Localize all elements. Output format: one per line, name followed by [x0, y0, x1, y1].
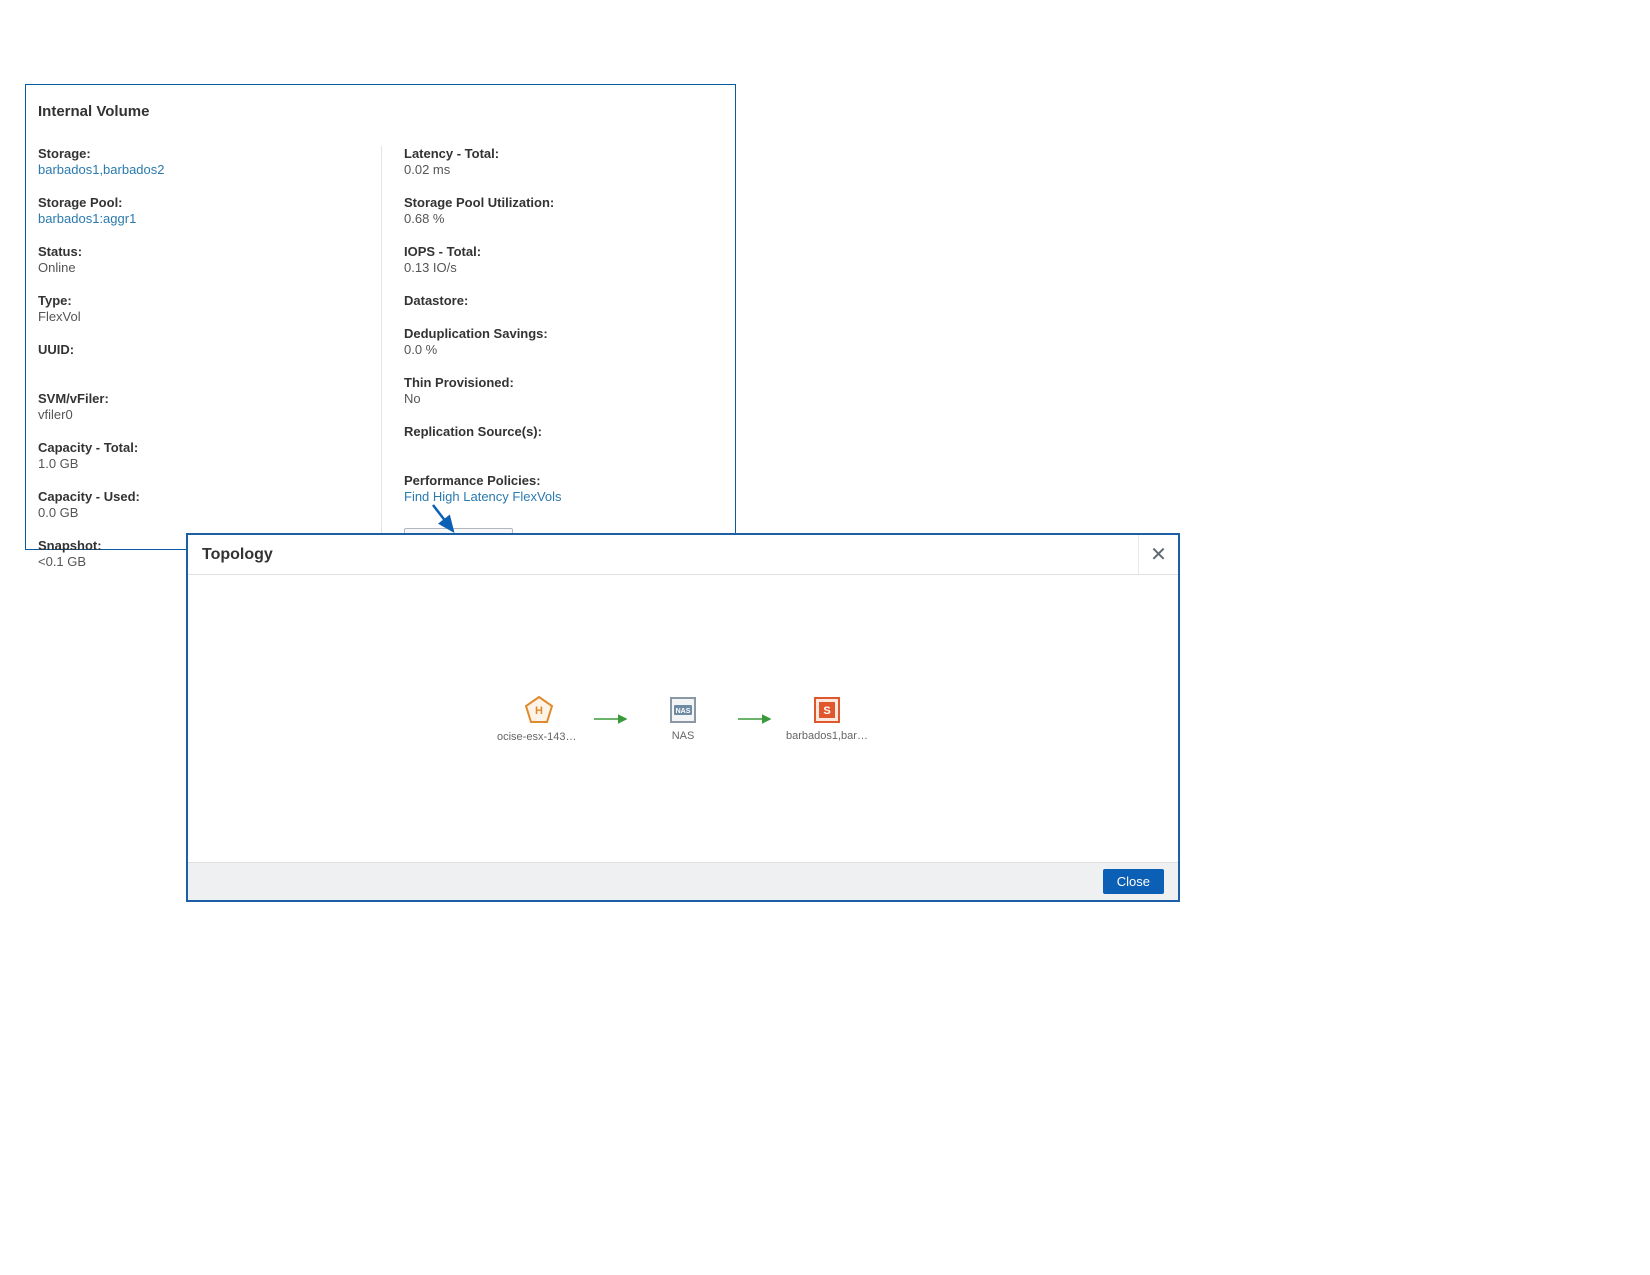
kv-label: Type:	[38, 293, 369, 308]
topology-node-storage[interactable]: Sbarbados1,bar…	[785, 696, 869, 742]
kv-left-6: Capacity - Total:1.0 GB	[38, 440, 369, 471]
kv-label: UUID:	[38, 342, 369, 357]
kv-label: Capacity - Total:	[38, 440, 369, 455]
topology-node-label: NAS	[672, 730, 695, 742]
kv-value: 0.0 GB	[38, 505, 369, 520]
internal-volume-panel: Internal Volume Storage:barbados1,barbad…	[25, 84, 736, 550]
kv-value-link[interactable]: barbados1,barbados2	[38, 162, 369, 177]
kv-label: SVM/vFiler:	[38, 391, 369, 406]
kv-label: Storage Pool:	[38, 195, 369, 210]
kv-left-3: Type:FlexVol	[38, 293, 369, 324]
kv-right-7: Performance Policies:Find High Latency F…	[404, 473, 723, 504]
kv-label: Status:	[38, 244, 369, 259]
kv-label: IOPS - Total:	[404, 244, 723, 259]
host-icon: H	[524, 695, 554, 725]
kv-value: No	[404, 391, 723, 406]
kv-label: Replication Source(s):	[404, 424, 723, 439]
dialog-footer: Close	[188, 862, 1178, 900]
kv-label: Thin Provisioned:	[404, 375, 723, 390]
kv-label: Latency - Total:	[404, 146, 723, 161]
kv-left-5: SVM/vFiler:vfiler0	[38, 391, 369, 422]
kv-label: Datastore:	[404, 293, 723, 308]
storage-icon: S	[813, 696, 841, 724]
dialog-title: Topology	[188, 546, 1138, 564]
nas-icon: NAS	[669, 696, 697, 724]
topology-flow: Hocise-esx-1431… NAS NAS Sbarbados1,bar…	[497, 695, 869, 743]
close-icon[interactable]: ✕	[1138, 535, 1178, 575]
arrow-right-icon	[737, 713, 773, 725]
arrow-right-icon	[593, 713, 629, 725]
kv-right-1: Storage Pool Utilization:0.68 %	[404, 195, 723, 226]
kv-right-5: Thin Provisioned:No	[404, 375, 723, 406]
topology-node-host[interactable]: Hocise-esx-1431…	[497, 695, 581, 743]
kv-value: 0.13 IO/s	[404, 260, 723, 275]
kv-right-3: Datastore:	[404, 293, 723, 308]
kv-left-0: Storage:barbados1,barbados2	[38, 146, 369, 177]
kv-value: 0.02 ms	[404, 162, 723, 177]
svg-text:H: H	[535, 705, 543, 717]
kv-right-0: Latency - Total:0.02 ms	[404, 146, 723, 177]
kv-value-link[interactable]: Find High Latency FlexVols	[404, 489, 723, 504]
panel-title: Internal Volume	[26, 85, 735, 146]
kv-left-7: Capacity - Used:0.0 GB	[38, 489, 369, 520]
kv-left-2: Status:Online	[38, 244, 369, 275]
kv-value: FlexVol	[38, 309, 369, 324]
close-button[interactable]: Close	[1103, 869, 1164, 894]
kv-left-1: Storage Pool:barbados1:aggr1	[38, 195, 369, 226]
kv-value: Online	[38, 260, 369, 275]
kv-label: Storage:	[38, 146, 369, 161]
dialog-header: Topology ✕	[188, 535, 1178, 575]
kv-left-4: UUID:	[38, 342, 369, 357]
topology-node-nas[interactable]: NAS NAS	[641, 696, 725, 742]
kv-value: 1.0 GB	[38, 456, 369, 471]
kv-label: Performance Policies:	[404, 473, 723, 488]
svg-text:NAS: NAS	[676, 708, 691, 715]
dialog-body: Hocise-esx-1431… NAS NAS Sbarbados1,bar…	[188, 575, 1178, 862]
panel-col-right: Latency - Total:0.02 ms Storage Pool Util…	[381, 146, 735, 587]
topology-node-label: ocise-esx-1431…	[497, 731, 581, 743]
kv-label: Deduplication Savings:	[404, 326, 723, 341]
svg-text:S: S	[823, 705, 830, 717]
kv-label: Storage Pool Utilization:	[404, 195, 723, 210]
kv-value-link[interactable]: barbados1:aggr1	[38, 211, 369, 226]
topology-dialog: Topology ✕ Hocise-esx-1431… NAS NAS Sbarbad…	[186, 533, 1180, 902]
panel-columns: Storage:barbados1,barbados2 Storage Pool:…	[26, 146, 735, 587]
kv-value: 0.0 %	[404, 342, 723, 357]
kv-right-6: Replication Source(s):	[404, 424, 723, 439]
kv-right-2: IOPS - Total:0.13 IO/s	[404, 244, 723, 275]
panel-col-left: Storage:barbados1,barbados2 Storage Pool:…	[26, 146, 381, 587]
kv-value: 0.68 %	[404, 211, 723, 226]
kv-value: vfiler0	[38, 407, 369, 422]
kv-label: Capacity - Used:	[38, 489, 369, 504]
kv-right-4: Deduplication Savings:0.0 %	[404, 326, 723, 357]
topology-node-label: barbados1,bar…	[786, 730, 868, 742]
